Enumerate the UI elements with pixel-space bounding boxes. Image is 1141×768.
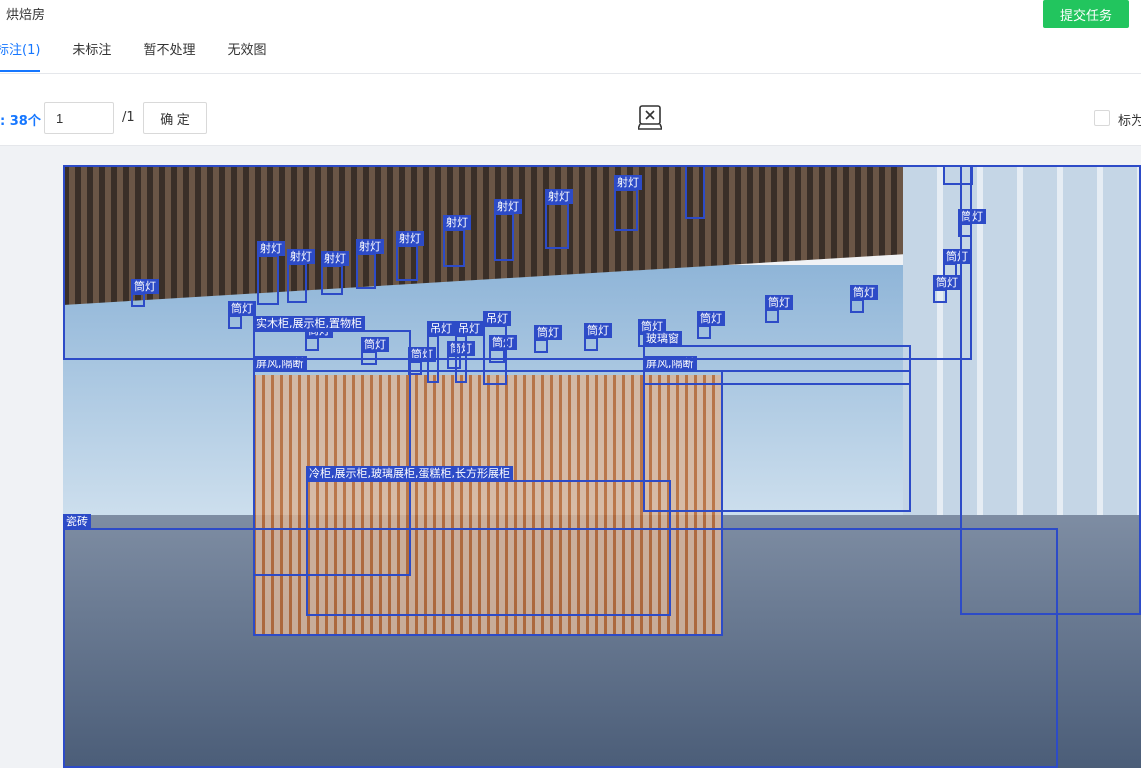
- tab-unlabeled[interactable]: 未标注: [72, 36, 111, 72]
- confirm-button[interactable]: 确 定: [143, 102, 207, 134]
- page-number-input[interactable]: [44, 102, 114, 134]
- toolbar: : 38个 /1 确 定 标为: [0, 74, 1141, 146]
- annotation-canvas[interactable]: 射灯射灯射灯射灯射灯射灯射灯射灯射灯射灯射灯筒灯筒灯筒灯筒灯筒灯筒灯筒灯筒灯筒灯…: [63, 165, 1141, 768]
- page-title: 烘焙房: [6, 8, 46, 23]
- tab-bar: 标注(1) 未标注 暂不处理 无效图: [0, 36, 298, 72]
- tab-labeled[interactable]: 标注(1): [0, 36, 41, 72]
- annotation-bbox[interactable]: [960, 165, 1141, 615]
- mark-checkbox-label: 标为: [1118, 114, 1141, 129]
- top-bar: 烘焙房 提交任务 标注(1) 未标注 暂不处理 无效图: [0, 0, 1141, 74]
- annotation-count: : 38个: [0, 114, 41, 129]
- annotation-label: 瓷砖: [63, 514, 91, 529]
- annotation-bbox[interactable]: 屏风,隔断: [643, 356, 911, 512]
- tab-invalid[interactable]: 无效图: [227, 36, 266, 72]
- submit-task-button[interactable]: 提交任务: [1043, 0, 1129, 28]
- page-total: /1: [122, 110, 135, 125]
- annotation-label: 冷柜,展示柜,玻璃展柜,蛋糕柜,长方形展柜: [306, 466, 513, 481]
- tab-skip[interactable]: 暂不处理: [143, 36, 195, 72]
- annotation-bbox[interactable]: 瓷砖: [63, 514, 1058, 768]
- image-close-icon[interactable]: [636, 104, 664, 130]
- mark-checkbox[interactable]: [1094, 110, 1110, 126]
- annotation-bbox[interactable]: [63, 165, 972, 360]
